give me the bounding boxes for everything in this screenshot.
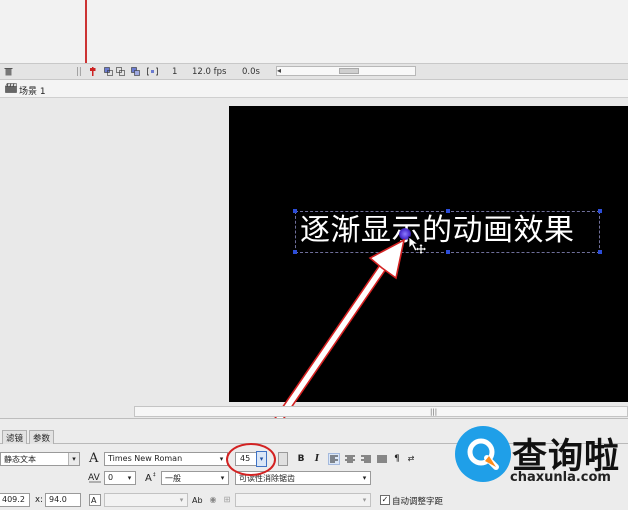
letter-spacing-input[interactable]: 0 ▾ xyxy=(104,471,136,485)
auto-kern-label: 自动调整字距 xyxy=(392,497,444,507)
x-position-value: 94.0 xyxy=(49,495,67,504)
watermark-url: chaxunla.com xyxy=(510,470,611,485)
character-position-select[interactable]: 一般 ▾ xyxy=(161,471,229,485)
font-icon: A xyxy=(89,451,99,466)
chevron-down-icon: ▾ xyxy=(220,474,225,482)
tab-parameters[interactable]: 参数 xyxy=(29,430,55,444)
align-right-icon[interactable] xyxy=(360,453,372,465)
letter-spacing-value: 0 xyxy=(108,473,114,482)
text-orientation-icon[interactable]: ⇄ xyxy=(405,453,417,465)
scroll-left-arrow-icon[interactable]: ◂ xyxy=(277,66,281,75)
trash-icon[interactable] xyxy=(4,67,13,76)
chevron-down-icon: ▾ xyxy=(362,496,367,504)
text-type-value: 静态文本 xyxy=(4,455,36,464)
show-border-icon[interactable]: ◉ xyxy=(207,494,219,506)
tab-filters[interactable]: 滤镜 xyxy=(2,430,28,444)
current-frame: 1 xyxy=(172,67,178,77)
timeline-panel xyxy=(0,0,628,63)
timeline-scrollbar[interactable] xyxy=(276,66,416,76)
selection-handle[interactable] xyxy=(598,209,602,213)
chevron-down-icon: ▾ xyxy=(68,453,79,465)
x-position-input[interactable]: 94.0 xyxy=(45,493,81,507)
bold-button[interactable]: B xyxy=(295,453,307,465)
width-value: 409.2 xyxy=(2,495,25,504)
stage-canvas[interactable] xyxy=(229,106,628,402)
text-color-swatch[interactable] xyxy=(278,452,288,466)
selection-handle[interactable] xyxy=(293,209,297,213)
html-render-icon[interactable]: ⊞ xyxy=(221,494,233,506)
x-label: x: xyxy=(35,495,43,505)
annotation-circle xyxy=(226,443,276,476)
paragraph-format-icon[interactable]: ¶ xyxy=(391,453,403,465)
selectable-text-icon[interactable]: Ab xyxy=(192,494,204,506)
svg-text:Ab: Ab xyxy=(192,496,203,505)
character-position-icon: A ‡ xyxy=(145,472,156,483)
move-cursor-icon xyxy=(408,236,426,254)
toolbar-separator: || xyxy=(76,67,82,77)
svg-text:A: A xyxy=(91,496,97,505)
edit-multiple-frames-icon[interactable] xyxy=(131,67,140,76)
width-input[interactable]: 409.2 xyxy=(0,493,30,507)
elapsed-time: 0.0s xyxy=(242,67,260,77)
character-position-value: 一般 xyxy=(165,474,181,483)
justify-icon[interactable] xyxy=(376,453,388,465)
stage-horizontal-scrollbar[interactable]: ||| xyxy=(134,406,628,417)
selection-handle[interactable] xyxy=(598,250,602,254)
svg-text:A: A xyxy=(145,473,152,483)
link-icon[interactable]: A xyxy=(89,494,101,506)
chevron-down-icon: ▾ xyxy=(127,474,132,482)
timeline-scroll-thumb[interactable] xyxy=(339,68,359,74)
center-frame-icon[interactable] xyxy=(88,67,97,76)
onion-skin-icon[interactable] xyxy=(104,67,113,76)
scene-name[interactable]: 场景 1 xyxy=(19,84,46,97)
frame-rate[interactable]: 12.0 fps xyxy=(192,67,226,77)
stage-text-field[interactable]: 逐渐显示的动画效果 xyxy=(300,212,575,250)
playhead-line[interactable] xyxy=(85,0,87,63)
letter-spacing-icon: AV xyxy=(88,473,101,483)
target-select[interactable]: ▾ xyxy=(235,493,371,507)
font-family-value: Times New Roman xyxy=(108,454,183,463)
selection-handle[interactable] xyxy=(446,250,450,254)
watermark-logo-icon xyxy=(455,426,511,482)
chevron-down-icon: ▾ xyxy=(362,474,367,482)
italic-button[interactable]: I xyxy=(311,453,323,465)
scrollbar-grip[interactable]: ||| xyxy=(430,408,437,416)
onion-skin-outline-icon[interactable] xyxy=(116,67,125,76)
chevron-down-icon: ▾ xyxy=(179,496,184,504)
modify-onion-markers-icon[interactable] xyxy=(147,67,158,76)
svg-text:AV: AV xyxy=(88,473,101,483)
align-left-icon[interactable] xyxy=(328,453,340,465)
font-family-select[interactable]: Times New Roman ▾ xyxy=(104,452,228,466)
text-type-select[interactable]: 静态文本 ▾ xyxy=(0,452,80,466)
clapperboard-icon xyxy=(5,83,17,93)
auto-kern-checkbox[interactable]: ✓ xyxy=(380,495,390,505)
url-link-input[interactable]: ▾ xyxy=(104,493,188,507)
selection-handle[interactable] xyxy=(293,250,297,254)
align-center-icon[interactable] xyxy=(344,453,356,465)
svg-text:‡: ‡ xyxy=(153,472,156,478)
scene-bar xyxy=(0,80,628,98)
